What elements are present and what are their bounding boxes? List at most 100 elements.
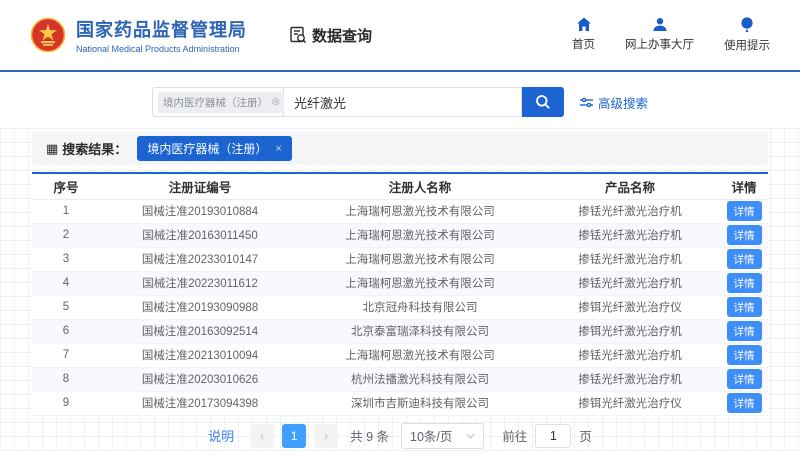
tag-close-icon[interactable]: × (275, 143, 281, 155)
results-table: 序号 注册证编号 注册人名称 产品名称 详情 1 国械注准20193010884 上… (32, 172, 768, 416)
table-row: 4 国械注准20223011612 上海瑞柯恩激光技术有限公司 掺铥光纤激光治疗机 详情 (32, 271, 768, 296)
cell-reg_no: 国械注准20223011612 (100, 271, 300, 296)
table-row: 6 国械注准20163092514 北京泰富瑞泽科技有限公司 掺铒光纤激光治疗机 详情 (32, 319, 768, 344)
cell-product: 掺铥光纤激光治疗机 (540, 247, 720, 272)
goto-label: 前往 (502, 430, 528, 444)
table-row: 2 国械注准20163011450 上海瑞柯恩激光技术有限公司 掺铥光纤激光治疗机 详情 (32, 223, 768, 248)
category-select[interactable]: 境内医疗器械（注册） ⊗ (151, 87, 294, 117)
org-name-en: National Medical Products Administration (76, 44, 240, 54)
cell-detail: 详情 (720, 223, 768, 248)
filter-tag[interactable]: 境内医疗器械（注册） × (137, 136, 292, 161)
detail-button[interactable]: 详情 (726, 225, 762, 245)
tip-icon (740, 17, 754, 33)
cell-registrant: 深圳市吉斯迪科技有限公司 (300, 391, 540, 416)
search-results-bar: ▦ 搜索结果： 境内医疗器械（注册） × (32, 132, 768, 165)
detail-button[interactable]: 详情 (726, 321, 762, 341)
detail-button[interactable]: 详情 (726, 201, 762, 221)
cell-no: 2 (32, 223, 100, 248)
cell-detail: 详情 (720, 295, 768, 320)
cell-product: 掺铒光纤激光治疗机 (540, 319, 720, 344)
goto-page-input[interactable] (535, 423, 572, 448)
detail-button[interactable]: 详情 (726, 393, 762, 413)
note-link[interactable]: 说明 (208, 426, 234, 445)
page-size-select[interactable]: 10条/页 (401, 422, 485, 449)
nav-item-home[interactable]: 首页 (572, 17, 595, 52)
cell-no: 7 (32, 343, 100, 368)
filter-tag-label: 境内医疗器械（注册） (147, 142, 268, 156)
nav-item-service-hall[interactable]: 网上办事大厅 (625, 17, 694, 52)
cell-no: 8 (32, 367, 100, 392)
goto-suffix: 页 (579, 430, 592, 444)
col-header-no: 序号 (32, 173, 100, 200)
cell-no: 5 (32, 295, 100, 320)
search-button[interactable] (521, 87, 564, 117)
cell-reg_no: 国械注准20163011450 (100, 223, 300, 248)
cell-registrant: 上海瑞柯恩激光技术有限公司 (300, 271, 540, 296)
org-name-block: 国家药品监督管理局 National Medical Products Admi… (76, 16, 247, 54)
category-tag-label: 境内医疗器械（注册） (162, 96, 268, 109)
content: 国家药监局NMPA 国家药监局NMPA 国家药监局NMPA 国家药监局NMPA … (0, 72, 800, 452)
results-label: 搜索结果： (62, 142, 128, 157)
header: 国家药品监督管理局 National Medical Products Admi… (0, 0, 800, 72)
home-icon (576, 17, 592, 32)
col-header-detail: 详情 (720, 173, 768, 200)
header-nav: 首页 网上办事大厅 使用提示 (572, 17, 770, 53)
cell-detail: 详情 (720, 367, 768, 392)
grid-icon: ▦ (46, 140, 59, 156)
app-title-label: 数据查询 (312, 27, 373, 45)
cell-registrant: 上海瑞柯恩激光技术有限公司 (300, 223, 540, 248)
next-page-button[interactable]: › (314, 423, 339, 448)
table-row: 3 国械注准20233010147 上海瑞柯恩激光技术有限公司 掺铥光纤激光治疗机 详情 (32, 247, 768, 272)
nav-label: 首页 (572, 39, 595, 51)
cell-registrant: 上海瑞柯恩激光技术有限公司 (300, 199, 540, 224)
col-header-registrant: 注册人名称 (300, 173, 540, 200)
table-header: 序号 注册证编号 注册人名称 产品名称 详情 (32, 173, 768, 200)
data-query-icon (289, 26, 307, 44)
cell-reg_no: 国械注准20203010626 (100, 367, 300, 392)
cell-reg_no: 国械注准20163092514 (100, 319, 300, 344)
cell-reg_no: 国械注准20233010147 (100, 247, 300, 272)
table-body: 1 国械注准20193010884 上海瑞柯恩激光技术有限公司 掺铥光纤激光治疗机 详情… (32, 199, 768, 416)
detail-button[interactable]: 详情 (726, 345, 762, 365)
page-1-button[interactable]: 1 (282, 423, 307, 448)
cell-reg_no: 国械注准20193090988 (100, 295, 300, 320)
nmpa-emblem-logo (30, 17, 66, 53)
cell-product: 掺铥光纤激光治疗机 (540, 199, 720, 224)
pagination: 说明 ‹ 1 › 共 9 条 10条/页 前往 页 (0, 422, 800, 449)
detail-button[interactable]: 详情 (726, 273, 762, 293)
cell-reg_no: 国械注准20213010094 (100, 343, 300, 368)
col-header-reg-no: 注册证编号 (100, 173, 300, 200)
chevron-down-icon (466, 433, 475, 439)
cell-product: 掺铥光纤激光治疗机 (540, 223, 720, 248)
cell-detail: 详情 (720, 199, 768, 224)
cell-no: 6 (32, 319, 100, 344)
user-icon (652, 17, 668, 32)
detail-button[interactable]: 详情 (726, 369, 762, 389)
app-title: 数据查询 (289, 25, 372, 46)
cell-product: 掺铒光纤激光治疗仪 (540, 295, 720, 320)
search-icon (535, 94, 551, 110)
nav-label: 网上办事大厅 (625, 39, 694, 51)
nav-item-tips[interactable]: 使用提示 (724, 17, 770, 53)
table-row: 8 国械注准20203010626 杭州法播激光科技有限公司 掺铥光纤激光治疗机 详情 (32, 367, 768, 392)
prev-page-button[interactable]: ‹ (250, 423, 275, 448)
tag-clear-icon[interactable]: ⊗ (271, 96, 280, 108)
table-row: 9 国械注准20173094398 深圳市吉斯迪科技有限公司 掺铒光纤激光治疗仪 详情 (32, 391, 768, 416)
cell-no: 3 (32, 247, 100, 272)
page-size-value: 10条/页 (410, 430, 453, 444)
detail-button[interactable]: 详情 (726, 249, 762, 269)
search-input[interactable] (283, 87, 522, 117)
category-tag: 境内医疗器械（注册） ⊗ (157, 91, 285, 113)
detail-button[interactable]: 详情 (726, 297, 762, 317)
cell-no: 4 (32, 271, 100, 296)
cell-registrant: 上海瑞柯恩激光技术有限公司 (300, 343, 540, 368)
advanced-search-link[interactable]: 高级搜索 (579, 93, 648, 112)
table-row: 7 国械注准20213010094 上海瑞柯恩激光技术有限公司 掺铥光纤激光治疗机 详情 (32, 343, 768, 368)
cell-detail: 详情 (720, 271, 768, 296)
cell-product: 掺铥光纤激光治疗机 (540, 343, 720, 368)
total-count-label: 共 9 条 (350, 430, 389, 444)
nav-label: 使用提示 (724, 40, 770, 52)
cell-reg_no: 国械注准20193010884 (100, 199, 300, 224)
cell-product: 掺铥光纤激光治疗机 (540, 367, 720, 392)
advanced-search-label: 高级搜索 (597, 96, 648, 111)
